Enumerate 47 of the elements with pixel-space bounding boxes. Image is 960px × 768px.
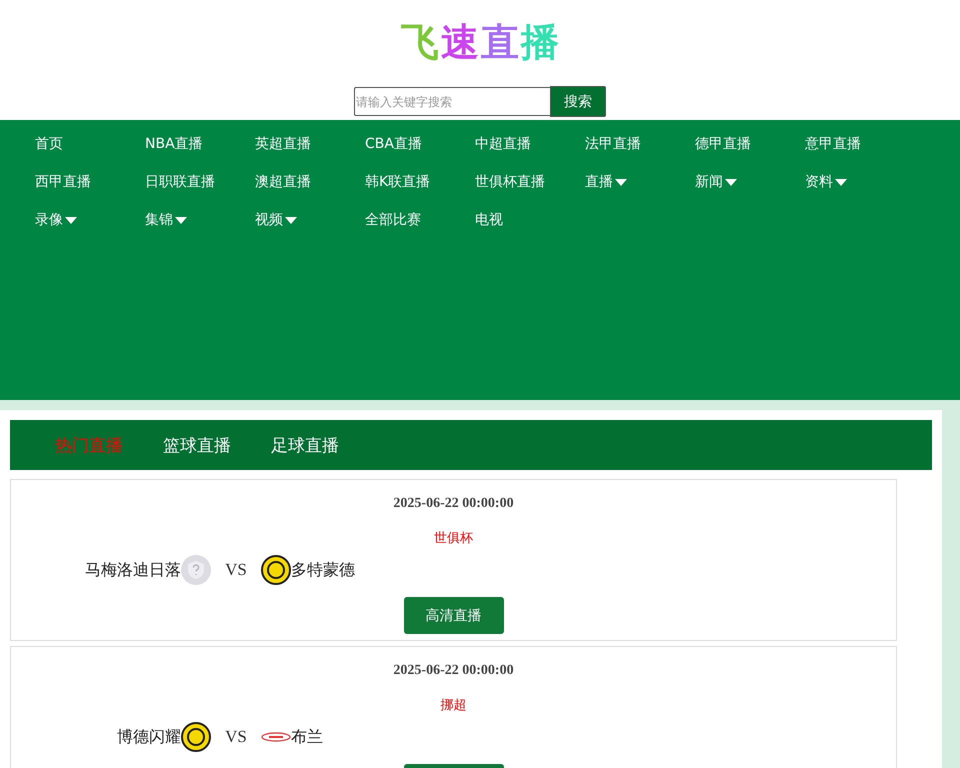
nav-link[interactable]: 韩K联直播 xyxy=(365,172,430,192)
watch-button[interactable]: 高清直播 xyxy=(404,597,504,634)
match-time: 2025-06-22 00:00:00 xyxy=(393,496,514,512)
nav-link[interactable]: 录像 xyxy=(35,210,77,230)
match-time: 2025-06-22 00:00:00 xyxy=(393,663,514,679)
club-crest-icon xyxy=(261,731,291,743)
nav-link[interactable]: 意甲直播 xyxy=(805,134,861,154)
club-crest-icon xyxy=(181,722,211,752)
nav-link[interactable]: 西甲直播 xyxy=(35,172,91,192)
nav-link[interactable]: 资料 xyxy=(805,172,847,192)
nav-link[interactable]: 直播 xyxy=(585,172,627,192)
search-button[interactable]: 搜索 xyxy=(550,86,606,117)
nav-link[interactable]: 澳超直播 xyxy=(255,172,311,192)
tab[interactable]: 足球直播 xyxy=(261,420,349,470)
nav-link[interactable]: 中超直播 xyxy=(475,134,531,154)
nav-link[interactable]: 集锦 xyxy=(145,210,187,230)
vs-label: VS xyxy=(224,727,248,747)
team-name: 多特蒙德 xyxy=(291,560,355,580)
shield-placeholder-icon xyxy=(181,555,211,585)
nav-link[interactable]: 德甲直播 xyxy=(695,134,751,154)
nav-link[interactable]: 电视 xyxy=(475,210,503,230)
caret-icon xyxy=(725,178,737,186)
nav-link[interactable]: 日职联直播 xyxy=(145,172,215,192)
team-name: 布兰 xyxy=(291,726,323,748)
league-name: 挪超 xyxy=(440,697,466,714)
nav-link[interactable]: 英超直播 xyxy=(255,134,311,154)
nav-link[interactable]: 世俱杯直播 xyxy=(475,172,545,192)
tab[interactable]: 篮球直播 xyxy=(153,420,241,470)
team-name: 博德闪耀 xyxy=(117,726,181,748)
nav-link[interactable]: NBA直播 xyxy=(145,134,203,154)
nav-link[interactable]: 全部比赛 xyxy=(365,210,421,230)
search-field[interactable]: 请输入关键字搜索 xyxy=(354,87,550,116)
site-logo[interactable]: 飞速直播 xyxy=(401,18,559,68)
team-name: 马梅洛迪日落 xyxy=(85,560,181,580)
league-name: 世俱杯 xyxy=(434,530,473,547)
vs-label: VS xyxy=(224,560,248,580)
caret-icon xyxy=(615,178,627,186)
nav-link[interactable]: CBA直播 xyxy=(365,134,422,154)
nav-link[interactable]: 法甲直播 xyxy=(585,134,641,154)
nav-link[interactable]: 视频 xyxy=(255,210,297,230)
nav-link[interactable]: 新闻 xyxy=(695,172,737,192)
club-crest-icon xyxy=(261,555,291,585)
caret-icon xyxy=(175,216,187,224)
caret-icon xyxy=(65,216,77,224)
caret-icon xyxy=(835,178,847,186)
caret-icon xyxy=(285,216,297,224)
nav-link[interactable]: 首页 xyxy=(35,134,63,154)
